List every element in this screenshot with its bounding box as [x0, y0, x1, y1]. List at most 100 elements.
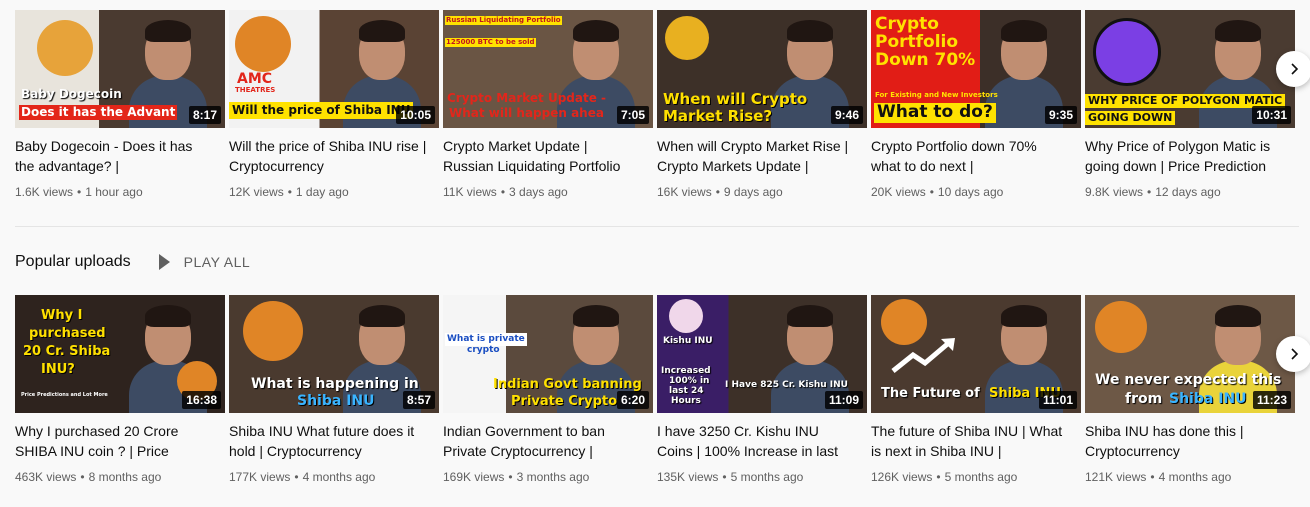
- video-meta: 463K views • 8 months ago: [15, 470, 162, 484]
- video-meta: 135K views • 5 months ago: [657, 470, 804, 484]
- video-card[interactable]: When will Crypto Market Rise? 9:46 When …: [657, 10, 867, 200]
- video-title[interactable]: When will Crypto Market Rise | Crypto Ma…: [657, 136, 855, 176]
- video-title[interactable]: Baby Dogecoin - Does it has the advantag…: [15, 136, 213, 176]
- play-all-button[interactable]: PLAY ALL: [158, 254, 251, 270]
- video-thumbnail[interactable]: Why I purchased 20 Cr. Shiba INU? Price …: [15, 295, 225, 413]
- video-card[interactable]: WHY PRICE OF POLYGON MATIC GOING DOWN 10…: [1085, 10, 1295, 200]
- video-card[interactable]: Why I purchased 20 Cr. Shiba INU? Price …: [15, 295, 225, 485]
- video-thumbnail[interactable]: We never expected this from Shiba INU 11…: [1085, 295, 1295, 413]
- view-count: 169K views: [443, 470, 505, 484]
- video-thumbnail[interactable]: When will Crypto Market Rise? 9:46: [657, 10, 867, 128]
- section-title: Popular uploads: [15, 253, 131, 270]
- chevron-right-icon: [1291, 63, 1299, 75]
- video-meta: 1.6K views • 1 hour ago: [15, 185, 143, 199]
- upload-age: 12 days ago: [1155, 185, 1221, 199]
- duration-badge: 16:38: [182, 391, 221, 409]
- thumbnail-text: The Future of: [881, 386, 980, 401]
- section-divider: [15, 226, 1299, 227]
- upload-age: 5 months ago: [730, 470, 804, 484]
- video-thumbnail[interactable]: Kishu INU Increased 100% in last 24 Hour…: [657, 295, 867, 413]
- shelf-next-button[interactable]: [1276, 51, 1310, 87]
- shelf-next-button[interactable]: [1276, 336, 1310, 372]
- video-meta: 11K views • 3 days ago: [443, 185, 568, 199]
- video-title[interactable]: Why Price of Polygon Matic is going down…: [1085, 136, 1283, 176]
- thumbnail-text: INU?: [41, 362, 75, 377]
- video-title[interactable]: Shiba INU has done this | Cryptocurrency: [1085, 421, 1283, 461]
- thumbnail-text: Private Crypto: [511, 394, 618, 409]
- play-icon: [158, 254, 170, 270]
- video-card[interactable]: We never expected this from Shiba INU 11…: [1085, 295, 1295, 485]
- thumbnail-text: What to do?: [874, 103, 996, 123]
- video-card[interactable]: What is private crypto Indian Govt banni…: [443, 295, 653, 485]
- view-count: 135K views: [657, 470, 719, 484]
- play-all-label: PLAY ALL: [183, 254, 251, 270]
- duration-badge: 11:23: [1252, 391, 1291, 409]
- video-card[interactable]: What is happening in Shiba INU 8:57 Shib…: [229, 295, 439, 485]
- video-thumbnail[interactable]: Russian Liquidating Portfolio 125000 BTC…: [443, 10, 653, 128]
- video-thumbnail[interactable]: WHY PRICE OF POLYGON MATIC GOING DOWN 10…: [1085, 10, 1295, 128]
- dog-logo-icon: [37, 20, 93, 76]
- chevron-right-icon: [1291, 348, 1299, 360]
- duration-badge: 7:05: [616, 106, 649, 124]
- thumbnail-text: GOING DOWN: [1085, 111, 1176, 125]
- video-thumbnail[interactable]: AMC THEATRES Will the price of Shiba INU…: [229, 10, 439, 128]
- video-title[interactable]: Crypto Market Update | Russian Liquidati…: [443, 136, 641, 176]
- duration-badge: 9:46: [830, 106, 863, 124]
- video-title[interactable]: Will the price of Shiba INU rise | Crypt…: [229, 136, 427, 176]
- video-title[interactable]: Indian Government to ban Private Cryptoc…: [443, 421, 641, 461]
- video-meta: 126K views • 5 months ago: [871, 470, 1018, 484]
- video-card[interactable]: Kishu INU Increased 100% in last 24 Hour…: [657, 295, 867, 485]
- thumbnail-text: 20 Cr. Shiba: [23, 344, 111, 359]
- thumbnail-text: Does it has the Advant: [19, 105, 178, 120]
- video-card[interactable]: The Future of Shiba INU 11:01 The future…: [871, 295, 1081, 485]
- video-meta: 177K views • 4 months ago: [229, 470, 376, 484]
- upload-age: 10 days ago: [937, 185, 1004, 199]
- upload-age: 3 days ago: [509, 185, 568, 199]
- video-card[interactable]: AMC THEATRES Will the price of Shiba INU…: [229, 10, 439, 200]
- video-thumbnail[interactable]: Crypto Portfolio Down 70% For Existing a…: [871, 10, 1081, 128]
- view-count: 16K views: [657, 185, 712, 199]
- video-thumbnail[interactable]: The Future of Shiba INU 11:01: [871, 295, 1081, 413]
- video-thumbnail[interactable]: What is happening in Shiba INU 8:57: [229, 295, 439, 413]
- thumbnail-text: Why I: [41, 308, 83, 323]
- upload-age: 4 months ago: [1158, 470, 1232, 484]
- view-count: 463K views: [15, 470, 77, 484]
- video-meta: 16K views • 9 days ago: [657, 185, 783, 199]
- thumbnail-text: Kishu INU: [663, 336, 713, 346]
- view-count: 11K views: [443, 185, 497, 199]
- thumbnail-text: Crypto Market Update -: [447, 91, 607, 105]
- thumbnail-text: 125000 BTC to be sold: [445, 38, 536, 48]
- video-card[interactable]: Crypto Portfolio Down 70% For Existing a…: [871, 10, 1081, 200]
- upload-age: 9 days ago: [723, 185, 783, 199]
- duration-badge: 9:35: [1044, 106, 1077, 124]
- thumbnail-text: Down 70%: [875, 50, 976, 70]
- thumbnail-text: Russian Liquidating Portfolio: [445, 16, 562, 26]
- video-thumbnail[interactable]: What is private crypto Indian Govt banni…: [443, 295, 653, 413]
- video-card[interactable]: Russian Liquidating Portfolio 125000 BTC…: [443, 10, 653, 200]
- video-title[interactable]: Crypto Portfolio down 70% what to do nex…: [871, 136, 1069, 176]
- thumbnail-text: When will Crypto: [663, 90, 808, 108]
- thumbnail-text: What is happening in: [251, 376, 419, 392]
- video-title[interactable]: The future of Shiba INU | What is next i…: [871, 421, 1069, 461]
- video-title[interactable]: Shiba INU What future does it hold | Cry…: [229, 421, 427, 461]
- upload-age: 5 months ago: [944, 470, 1018, 484]
- thumbnail-text: purchased: [29, 326, 106, 341]
- video-title[interactable]: I have 3250 Cr. Kishu INU Coins | 100% I…: [657, 421, 855, 461]
- video-meta: 169K views • 3 months ago: [443, 470, 590, 484]
- thumbnail-text: Baby Dogecoin: [21, 87, 122, 101]
- thumbnail-text: crypto: [467, 345, 500, 355]
- shiba-logo-icon: [1095, 301, 1147, 353]
- video-card[interactable]: Baby Dogecoin Does it has the Advant 8:1…: [15, 10, 225, 200]
- view-count: 9.8K views: [1085, 185, 1144, 199]
- video-title[interactable]: Why I purchased 20 Crore SHIBA INU coin …: [15, 421, 213, 461]
- duration-badge: 6:20: [616, 391, 649, 409]
- video-thumbnail[interactable]: Baby Dogecoin Does it has the Advant 8:1…: [15, 10, 225, 128]
- duration-badge: 10:05: [396, 106, 435, 124]
- view-count: 126K views: [871, 470, 933, 484]
- thumbnail-text: from: [1125, 391, 1163, 407]
- duration-badge: 11:01: [1038, 391, 1077, 409]
- view-count: 12K views: [229, 185, 284, 199]
- upload-age: 3 months ago: [516, 470, 590, 484]
- thumbnail-text: THEATRES: [235, 86, 276, 94]
- upload-age: 8 months ago: [88, 470, 162, 484]
